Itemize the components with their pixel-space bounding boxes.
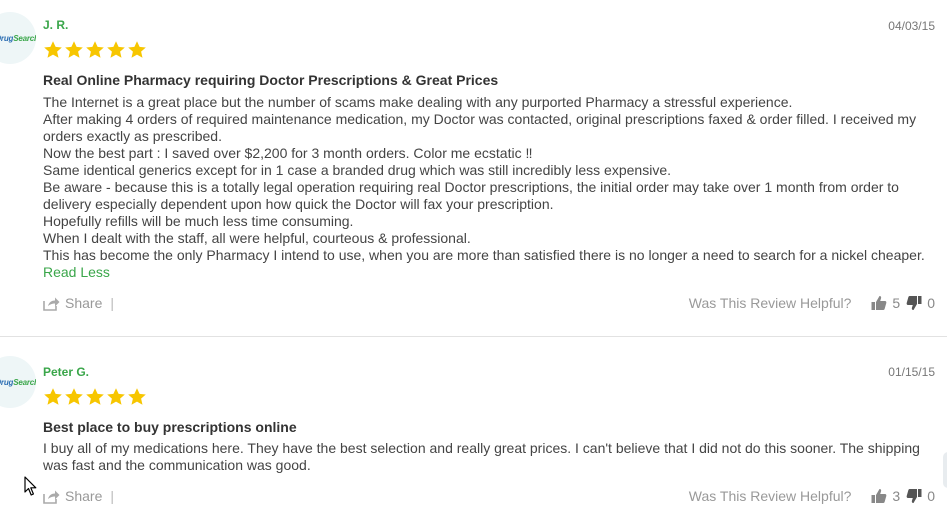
helpful-section: Was This Review Helpful? 5 0 — [689, 295, 935, 311]
downvote-count: 0 — [927, 295, 935, 311]
star-icon — [85, 40, 105, 60]
upvote-button[interactable]: 5 — [871, 295, 900, 311]
review-paragraph: Hopefully refills will be much less time… — [43, 213, 354, 229]
thumbs-up-icon — [871, 489, 887, 503]
star-icon — [64, 387, 84, 407]
downvote-count: 0 — [927, 488, 935, 504]
read-less-link[interactable]: Read Less — [43, 264, 933, 281]
avatar-logo: DrugSearch — [0, 33, 36, 43]
star-icon — [106, 40, 126, 60]
review-body: The Internet is a great place but the nu… — [43, 94, 933, 281]
star-rating — [43, 40, 147, 60]
review-date: 04/03/15 — [888, 19, 935, 33]
share-icon — [43, 297, 60, 311]
reviewer-name: Peter G. — [43, 365, 90, 379]
review-body: I buy all of my medications here. They h… — [43, 440, 933, 474]
upvote-count: 3 — [892, 488, 901, 504]
upvote-button[interactable]: 3 — [871, 488, 900, 504]
share-label: Share — [65, 295, 103, 311]
upvote-count: 5 — [892, 295, 901, 311]
review-title: Best place to buy prescriptions online — [43, 419, 297, 435]
share-label: Share — [65, 488, 103, 504]
star-icon — [43, 40, 63, 60]
reviewer-name: J. R. — [43, 18, 69, 32]
avatar: DrugSearch — [0, 356, 36, 408]
helpful-section: Was This Review Helpful? 3 0 — [689, 488, 935, 504]
review-paragraph: I buy all of my medications here. They h… — [43, 440, 920, 473]
thumbs-up-icon — [871, 296, 887, 310]
star-icon — [106, 387, 126, 407]
review-paragraph: Same identical generics except for in 1 … — [43, 162, 671, 178]
helpful-label: Was This Review Helpful? — [688, 295, 852, 311]
review-paragraph: The Internet is a great place but the nu… — [43, 94, 793, 110]
review-actions: Share | Was This Review Helpful? 3 0 — [43, 488, 935, 508]
star-icon — [85, 387, 105, 407]
review-paragraph: Now the best part : I saved over $2,200 … — [43, 145, 533, 161]
avatar: DrugSearch — [0, 12, 36, 64]
review-divider — [0, 336, 947, 337]
thumbs-down-icon — [906, 489, 922, 503]
star-icon — [127, 387, 147, 407]
downvote-button[interactable]: 0 — [906, 488, 935, 504]
review-title: Real Online Pharmacy requiring Doctor Pr… — [43, 72, 499, 88]
review-paragraph: After making 4 orders of required mainte… — [43, 111, 917, 144]
thumbs-down-icon — [906, 296, 922, 310]
star-rating — [43, 387, 147, 407]
review-actions: Share | Was This Review Helpful? 5 0 — [43, 295, 935, 315]
share-button[interactable]: Share | — [43, 488, 114, 504]
review-paragraph: Be aware - because this is a totally leg… — [43, 179, 899, 212]
review-paragraph: When I dealt with the staff, all were he… — [43, 230, 471, 246]
share-icon — [43, 490, 60, 504]
star-icon — [43, 387, 63, 407]
downvote-button[interactable]: 0 — [906, 295, 935, 311]
avatar-logo: DrugSearch — [0, 377, 36, 387]
divider-bar: | — [110, 488, 114, 504]
star-icon — [127, 40, 147, 60]
review-date: 01/15/15 — [888, 365, 935, 379]
divider-bar: | — [110, 295, 114, 311]
share-button[interactable]: Share | — [43, 295, 114, 311]
mouse-cursor-icon — [24, 476, 37, 496]
scrollbar-thumb[interactable] — [943, 452, 947, 488]
review-paragraph: This has become the only Pharmacy I inte… — [43, 247, 925, 263]
helpful-label: Was This Review Helpful? — [688, 488, 852, 504]
star-icon — [64, 40, 84, 60]
